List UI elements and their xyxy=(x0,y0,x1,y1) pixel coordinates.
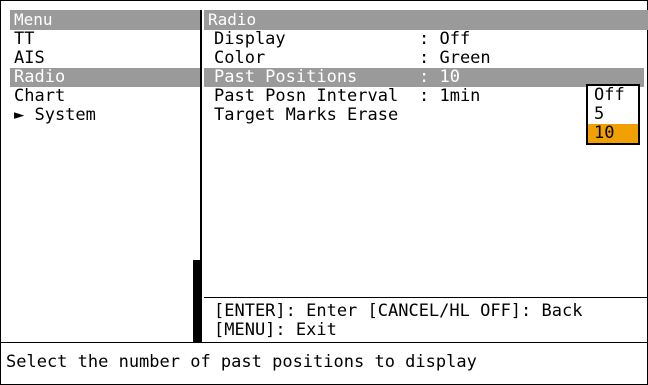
menu-item-tt[interactable]: TT xyxy=(10,30,200,49)
setting-past-positions[interactable]: Past Positions : 10 xyxy=(204,68,644,87)
setting-value: : Off xyxy=(419,29,471,49)
status-bar: Select the number of past positions to d… xyxy=(0,342,648,384)
setting-label: Past Positions xyxy=(214,67,358,87)
setting-label: Target Marks Erase xyxy=(214,105,399,125)
option-off[interactable]: Off xyxy=(588,86,638,105)
option-5[interactable]: 5 xyxy=(588,105,638,124)
setting-display[interactable]: Display : Off xyxy=(204,30,644,49)
key-help: [ENTER]: Enter [CANCEL/HL OFF]: Back [ME… xyxy=(214,302,582,340)
menu-scrollbar[interactable] xyxy=(193,260,200,342)
setting-target-marks-erase[interactable]: Target Marks Erase xyxy=(204,106,644,125)
menu-item-ais[interactable]: AIS xyxy=(10,49,200,68)
setting-color[interactable]: Color : Green xyxy=(204,49,644,68)
setting-past-posn-interval[interactable]: Past Posn Interval : 1min xyxy=(204,87,644,106)
menu-item-chart[interactable]: Chart xyxy=(10,87,200,106)
setting-value: : Green xyxy=(419,48,491,68)
menu-item-radio[interactable]: Radio xyxy=(10,68,200,87)
radio-title: Radio xyxy=(204,10,648,30)
past-positions-dropdown[interactable]: Off 5 10 xyxy=(586,84,640,145)
key-help-line-1: [ENTER]: Enter [CANCEL/HL OFF]: Back xyxy=(214,301,583,321)
menu-panel: Menu TT AIS Radio Chart ► System xyxy=(10,10,202,342)
help-divider xyxy=(204,297,648,298)
menu-item-system[interactable]: ► System xyxy=(10,106,200,125)
setting-label: Past Posn Interval xyxy=(214,86,399,106)
radio-panel: Radio Display : Off Color : Green Past Pos… xyxy=(204,10,648,342)
key-help-line-2: [MENU]: Exit xyxy=(214,320,337,340)
menu-title: Menu xyxy=(10,10,200,30)
setting-value: : 10 xyxy=(419,67,460,87)
option-10[interactable]: 10 xyxy=(588,124,638,143)
setting-value: : 1min xyxy=(419,86,481,106)
setting-label: Color xyxy=(214,48,266,68)
setting-label: Display xyxy=(214,29,286,49)
